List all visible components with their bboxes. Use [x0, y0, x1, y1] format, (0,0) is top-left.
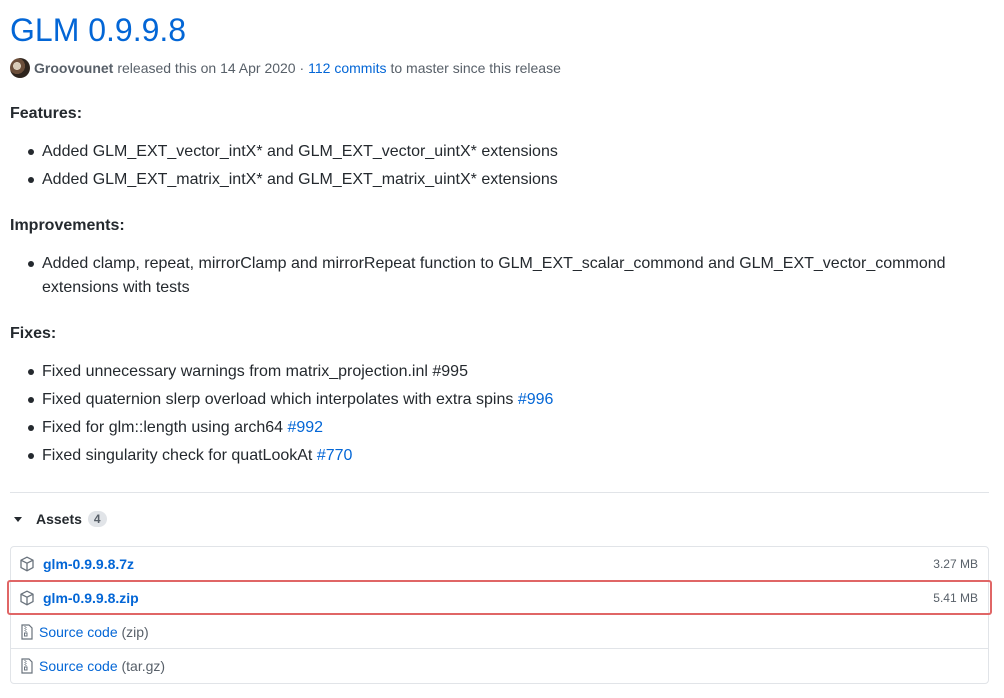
list-item: Added clamp, repeat, mirrorClamp and mir… [10, 252, 946, 300]
list-item: Added GLM_EXT_vector_intX* and GLM_EXT_v… [10, 140, 558, 164]
fix-text: Fixed unnecessary warnings from matrix_p… [42, 363, 468, 380]
fix-text: Fixed quaternion slerp overload which in… [42, 391, 518, 408]
features-list: Added GLM_EXT_vector_intX* and GLM_EXT_v… [10, 140, 558, 196]
issue-link[interactable]: #992 [287, 419, 323, 436]
features-heading: Features: [10, 105, 83, 122]
package-icon [19, 556, 35, 572]
list-item: Added GLM_EXT_matrix_intX* and GLM_EXT_m… [10, 168, 558, 192]
source-code-link[interactable]: Source code (zip) [39, 624, 149, 640]
released-text: released this on 14 Apr 2020 · [117, 60, 305, 76]
issue-link[interactable]: #770 [317, 447, 353, 464]
fix-text: Fixed for glm::length using arch64 [42, 419, 288, 436]
avatar[interactable] [10, 58, 30, 78]
list-item: Fixed for glm::length using arch64 #992 [10, 416, 553, 440]
fixes-heading: Fixes: [10, 325, 57, 342]
list-item: Fixed unnecessary warnings from matrix_p… [10, 360, 553, 384]
assets-list: glm-0.9.9.8.7z 3.27 MB glm-0.9.9.8.zip 5… [10, 546, 989, 684]
package-icon [19, 590, 35, 606]
since-text: to master since this release [390, 60, 561, 76]
file-zip-icon [19, 624, 35, 640]
divider [10, 492, 989, 493]
list-item-line: extensions with tests [42, 279, 190, 296]
commits-link[interactable]: 112 commits [308, 60, 386, 76]
asset-row[interactable]: Source code (zip) [11, 615, 988, 649]
assets-label: Assets [36, 511, 82, 527]
asset-row[interactable]: Source code (tar.gz) [11, 649, 988, 683]
fixes-list: Fixed unnecessary warnings from matrix_p… [10, 360, 553, 472]
issue-link[interactable]: #996 [518, 391, 554, 408]
author-link[interactable]: Groovounet [34, 60, 113, 76]
triangle-down-icon [14, 516, 22, 522]
source-code-ext: (tar.gz) [121, 658, 166, 674]
improvements-heading: Improvements: [10, 217, 125, 234]
source-code-label: Source code [39, 658, 118, 674]
asset-size: 3.27 MB [933, 557, 978, 571]
release-byline: Groovounet released this on 14 Apr 2020 … [10, 58, 561, 78]
source-code-link[interactable]: Source code (tar.gz) [39, 658, 165, 674]
asset-link[interactable]: glm-0.9.9.8.7z [43, 556, 134, 572]
asset-row[interactable]: glm-0.9.9.8.zip 5.41 MB [11, 581, 988, 615]
fix-text: Fixed singularity check for quatLookAt [42, 447, 317, 464]
source-code-ext: (zip) [121, 624, 149, 640]
asset-size: 5.41 MB [933, 591, 978, 605]
list-item: Fixed singularity check for quatLookAt #… [10, 444, 553, 468]
assets-toggle[interactable]: Assets 4 [12, 509, 107, 529]
file-zip-icon [19, 658, 35, 674]
improvements-list: Added clamp, repeat, mirrorClamp and mir… [10, 252, 946, 304]
asset-link[interactable]: glm-0.9.9.8.zip [43, 590, 139, 606]
assets-count-badge: 4 [87, 511, 107, 527]
release-title[interactable]: GLM 0.9.9.8 [10, 10, 186, 50]
asset-row[interactable]: glm-0.9.9.8.7z 3.27 MB [11, 547, 988, 581]
list-item: Fixed quaternion slerp overload which in… [10, 388, 553, 412]
list-item-line: Added clamp, repeat, mirrorClamp and mir… [42, 255, 946, 272]
source-code-label: Source code [39, 624, 118, 640]
